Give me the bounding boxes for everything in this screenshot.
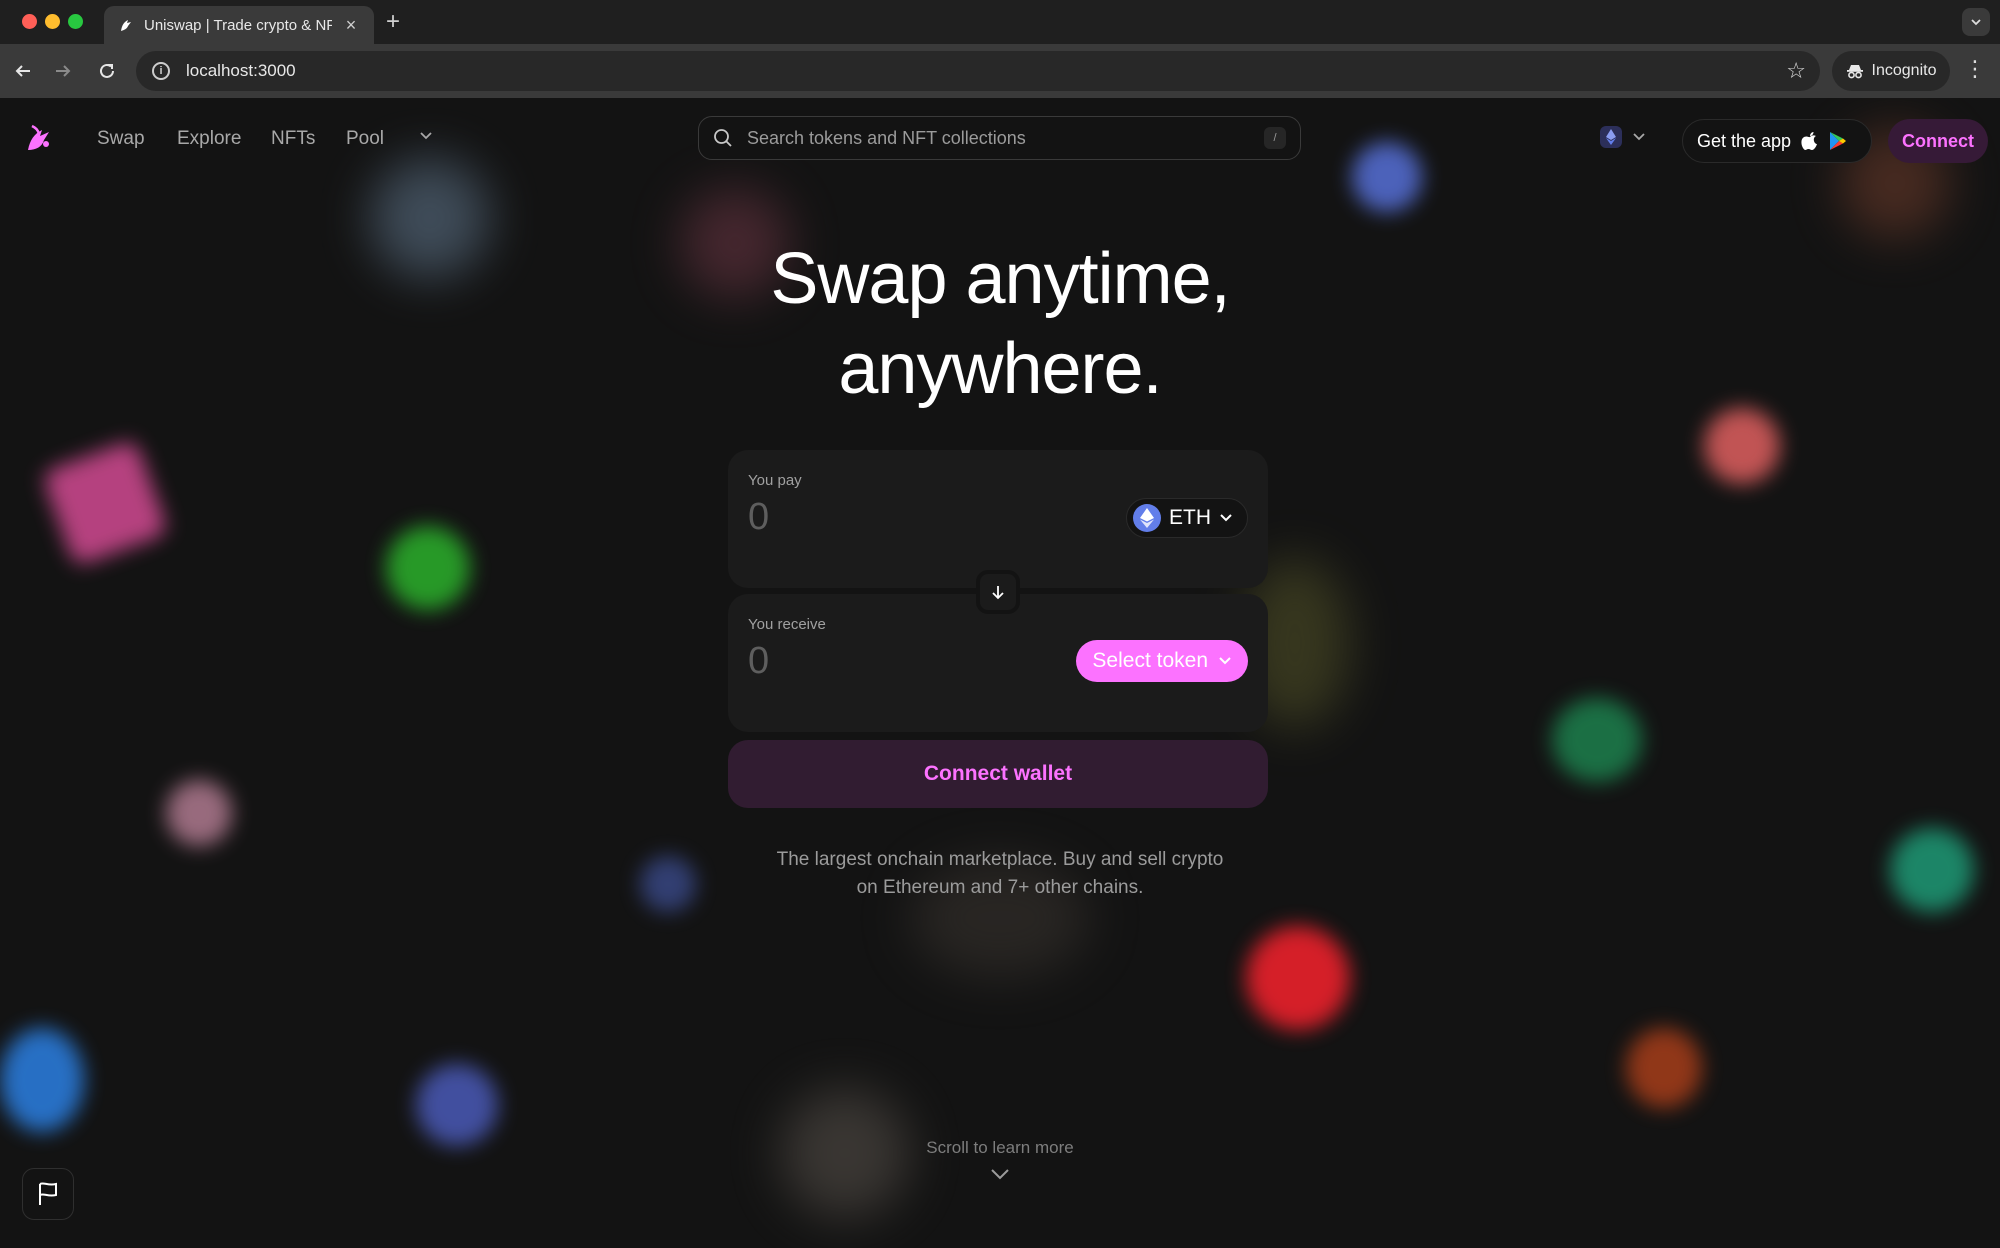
new-tab-button[interactable]: + (386, 8, 400, 36)
pay-token-selector[interactable]: ETH (1126, 498, 1248, 538)
token-bubble (386, 526, 470, 610)
bookmark-star-icon[interactable]: ☆ (1786, 58, 1806, 84)
google-play-icon (1830, 132, 1847, 150)
nav-explore[interactable]: Explore (177, 128, 241, 150)
get-app-label: Get the app (1697, 130, 1792, 151)
pay-panel: You pay ETH (728, 450, 1268, 588)
reload-icon[interactable] (92, 56, 122, 86)
token-bubble (0, 1028, 84, 1132)
hero-line-2: anywhere. (838, 329, 1162, 409)
pay-token-symbol: ETH (1169, 506, 1211, 529)
pay-label: You pay (748, 472, 802, 489)
tab-title: Uniswap | Trade crypto & NFTs (144, 16, 332, 34)
nav-pool[interactable]: Pool (346, 128, 384, 150)
tagline: The largest onchain marketplace. Buy and… (0, 846, 2000, 902)
select-token-label: Select token (1092, 649, 1208, 672)
tab-search-chevron-icon[interactable] (1962, 8, 1990, 36)
browser-menu-icon[interactable]: ⋮ (1964, 56, 1986, 82)
back-arrow-icon[interactable] (8, 56, 38, 86)
nav-more-chevron-icon[interactable] (418, 128, 434, 149)
token-search-bar[interactable]: / (698, 116, 1301, 160)
feedback-flag-button[interactable] (22, 1168, 74, 1220)
browser-tab[interactable]: Uniswap | Trade crypto & NFTs × (104, 6, 374, 44)
incognito-indicator[interactable]: Incognito (1832, 51, 1950, 91)
nav-nfts[interactable]: NFTs (271, 128, 315, 150)
tagline-line-1: The largest onchain marketplace. Buy and… (776, 849, 1224, 870)
get-the-app-button[interactable]: Get the app (1682, 119, 1872, 163)
address-bar[interactable]: i localhost:3000 ☆ (136, 51, 1820, 91)
incognito-label: Incognito (1871, 62, 1937, 79)
tab-close-icon[interactable]: × (342, 15, 360, 36)
apple-icon (1801, 132, 1818, 150)
forward-arrow-icon[interactable] (48, 56, 78, 86)
eth-token-icon (1133, 504, 1161, 532)
arrow-down-icon (992, 586, 1004, 600)
chevron-down-icon (1220, 514, 1232, 522)
switch-tokens-button[interactable] (976, 570, 1020, 614)
address-url[interactable]: localhost:3000 (186, 61, 296, 81)
chevron-down-icon (1219, 657, 1231, 665)
receive-panel: You receive Select token (728, 594, 1268, 732)
uniswap-favicon-icon (121, 20, 131, 31)
incognito-icon (1846, 65, 1863, 79)
swap-widget: You pay ETH You receive Select token Con… (728, 450, 1276, 810)
search-icon (714, 129, 732, 147)
token-bubble (416, 1064, 498, 1146)
browser-toolbar: i localhost:3000 ☆ Incognito ⋮ (0, 44, 2000, 98)
uniswap-logo-icon[interactable] (22, 120, 58, 156)
uniswap-page: Swap Explore NFTs Pool / Get the app Con… (0, 98, 2000, 1248)
pay-amount-input[interactable] (748, 496, 1048, 539)
nav-swap[interactable]: Swap (97, 128, 145, 150)
connect-button[interactable]: Connect (1888, 119, 1988, 163)
browser-tab-strip: Uniswap | Trade crypto & NFTs × + (0, 0, 2000, 44)
token-bubble (1626, 1028, 1702, 1108)
token-bubble (1704, 408, 1780, 484)
chevron-down-icon (1633, 133, 1645, 141)
scroll-to-learn-more[interactable]: Scroll to learn more (0, 1138, 2000, 1158)
minimize-window-button[interactable] (45, 14, 60, 29)
scroll-chevron-down-icon[interactable] (988, 1166, 1012, 1182)
close-window-button[interactable] (22, 14, 37, 29)
flag-icon (39, 1182, 57, 1205)
connect-wallet-button[interactable]: Connect wallet (728, 740, 1268, 808)
hero-line-1: Swap anytime, (770, 239, 1230, 319)
top-navigation: Swap Explore NFTs Pool / Get the app Con… (0, 98, 2000, 182)
receive-amount-input[interactable] (748, 640, 1048, 683)
token-bubble (166, 780, 232, 846)
token-bubble (40, 438, 170, 568)
maximize-window-button[interactable] (68, 14, 83, 29)
chain-selector[interactable] (1600, 126, 1646, 148)
site-info-icon[interactable]: i (152, 62, 170, 80)
token-bubble (1246, 926, 1350, 1030)
search-input[interactable] (747, 127, 1300, 149)
tagline-line-2: on Ethereum and 7+ other chains. (856, 877, 1144, 898)
receive-label: You receive (748, 616, 826, 633)
hero-heading: Swap anytime, anywhere. (0, 234, 2000, 414)
token-bubble (1552, 698, 1642, 782)
ethereum-chain-icon (1600, 126, 1622, 148)
select-token-button[interactable]: Select token (1076, 640, 1248, 682)
search-shortcut-badge: / (1264, 127, 1286, 149)
